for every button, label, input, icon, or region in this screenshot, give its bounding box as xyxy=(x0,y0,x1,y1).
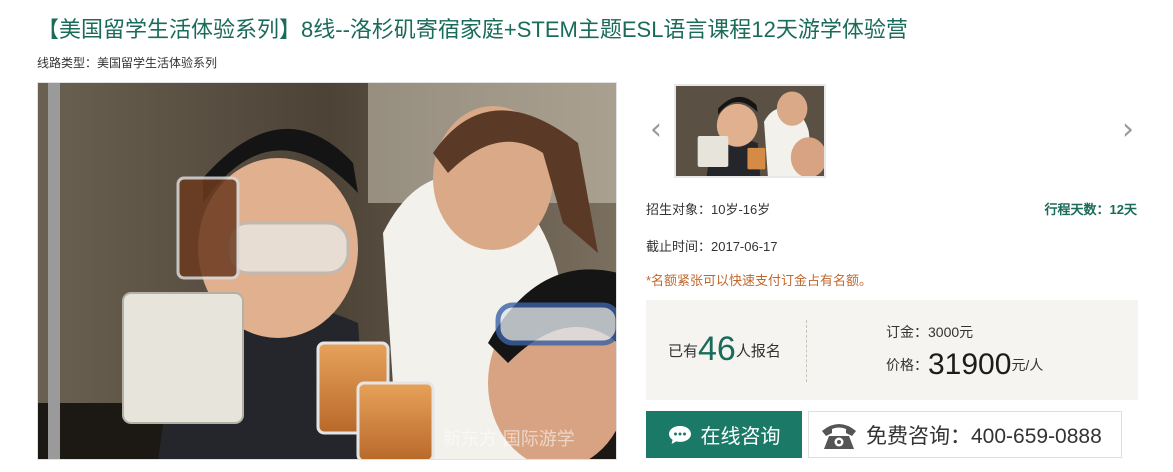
price-value: 31900 xyxy=(928,348,1012,381)
route-type: 线路类型：美国留学生活体验系列 xyxy=(37,54,217,71)
deposit-amount: 订金：3000元 xyxy=(886,324,974,340)
chevron-right-icon[interactable]: › xyxy=(1118,110,1138,150)
signup-suffix: 人报名 xyxy=(735,343,781,360)
price-box: 已有46人报名 订金：3000元 价格：31900元/人 xyxy=(646,300,1138,400)
photo-watermark: 新东方 国际游学 xyxy=(443,429,575,450)
free-consult-phone[interactable]: 免费咨询：400-659-0888 xyxy=(808,411,1122,458)
thumbnail-gallery: ‹ › xyxy=(646,84,1138,180)
telephone-icon xyxy=(822,423,856,449)
main-photo: 新东方 国际游学 xyxy=(37,82,617,460)
chevron-left-icon[interactable]: ‹ xyxy=(646,110,666,150)
price-label: 价格： xyxy=(886,357,928,373)
thumbnail-1[interactable] xyxy=(674,84,826,178)
signup-count: 已有46人报名 xyxy=(668,330,781,369)
route-type-value: 美国留学生活体验系列 xyxy=(97,56,218,70)
online-consult-label: 在线咨询 xyxy=(700,426,781,448)
divider xyxy=(806,320,807,382)
page-title: 【美国留学生活体验系列】8线--洛杉矶寄宿家庭+STEM主题ESL语言课程12天… xyxy=(37,17,908,42)
trip-days: 行程天数：12天 xyxy=(1044,202,1137,217)
deposit-notice: *名额紧张可以快速支付订金占有名额。 xyxy=(646,273,873,288)
price: 价格：31900元/人 xyxy=(886,348,1043,382)
signup-number: 46 xyxy=(698,330,736,368)
phone-label: 免费咨询：400-659-0888 xyxy=(866,424,1102,448)
chat-bubble-icon xyxy=(668,425,691,444)
online-consult-button[interactable]: 在线咨询 xyxy=(646,411,802,458)
deadline: 截止时间：2017-06-17 xyxy=(646,239,778,254)
signup-prefix: 已有 xyxy=(668,343,699,360)
target-age: 招生对象：10岁-16岁 xyxy=(646,202,771,217)
price-unit: 元/人 xyxy=(1011,357,1044,373)
route-type-label: 线路类型： xyxy=(37,56,98,70)
